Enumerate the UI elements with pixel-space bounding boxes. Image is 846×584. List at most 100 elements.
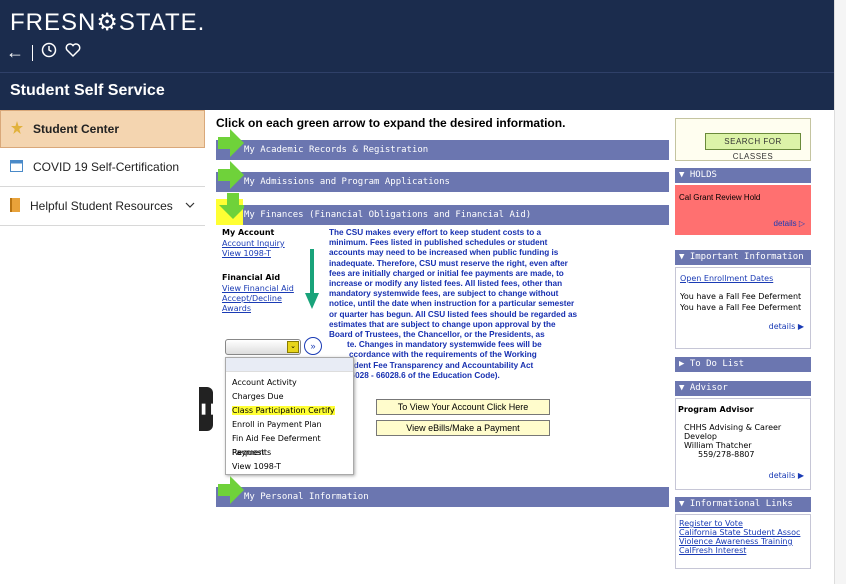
collapse-arrow-icon[interactable] <box>218 193 244 223</box>
advisor-details-link[interactable]: details ▶ <box>769 471 804 480</box>
policy-line: inadequate. Therefore, CSU must reserve … <box>329 258 568 268</box>
app-header: FRESN⚙STATE. ← Student Self Service <box>0 0 834 110</box>
dropdown-option[interactable]: Charges Due <box>226 390 353 404</box>
dropdown-option[interactable]: View 1098-T <box>226 460 353 474</box>
dropdown-option[interactable]: Account Activity <box>226 376 353 390</box>
right-panel: Search For Classes ▼ HOLDS Cal Grant Rev… <box>675 110 811 584</box>
sidebar-item-covid-certification[interactable]: COVID 19 Self-Certification <box>0 148 205 187</box>
advisor-title: Program Advisor <box>678 405 754 414</box>
info-links-body: Register to Vote California State Studen… <box>675 514 811 569</box>
favorites-heart-icon[interactable] <box>65 42 81 63</box>
view-account-button[interactable]: To View Your Account Click Here <box>376 399 550 415</box>
dropdown-option[interactable]: Payments <box>226 446 353 460</box>
policy-line: The CSU makes every effort to keep stude… <box>329 228 542 237</box>
fee-policy-text: The CSU makes every effort to keep stude… <box>329 228 579 381</box>
deferment-line: You have a Fall Fee Deferment <box>680 292 802 301</box>
page-title: Student Self Service <box>10 82 165 99</box>
important-info-header[interactable]: ▼ Important Information <box>675 250 811 265</box>
section-personal-info[interactable]: My Personal Information <box>216 476 669 507</box>
calfresh-link[interactable]: CalFresh Interest <box>679 546 807 555</box>
view-ebills-button[interactable]: View eBills/Make a Payment <box>376 420 550 436</box>
dropdown-option[interactable]: Enroll in Payment Plan <box>226 418 353 432</box>
sidebar-item-label: Helpful Student Resources <box>30 199 173 213</box>
finance-action-dropdown: Account Activity Charges Due Class Parti… <box>225 357 354 475</box>
policy-line: tudent Fee Transparency and Accountabili… <box>346 360 534 370</box>
search-for-classes-button[interactable]: Search For Classes <box>705 133 801 161</box>
hold-item: Cal Grant Review Hold <box>679 193 761 202</box>
account-inquiry-link[interactable]: Account Inquiry <box>222 239 312 249</box>
policy-line: minimum. Fees listed in published schedu… <box>329 238 548 248</box>
nav-divider <box>32 44 33 61</box>
book-icon <box>10 197 20 215</box>
open-enrollment-link[interactable]: Open Enrollment Dates <box>680 274 773 283</box>
important-details-link[interactable]: details ▶ <box>769 322 804 331</box>
policy-line: or quarter has begun. All CSU listed fee… <box>329 309 578 319</box>
history-clock-icon[interactable] <box>41 42 57 63</box>
policy-line: 66028 - 66028.6 of the Education Code). <box>346 370 500 380</box>
advisor-name: William Thatcher <box>684 441 752 450</box>
collapse-triangle-icon: ▼ <box>679 383 685 393</box>
finance-links: My Account Account Inquiry View 1098-T F… <box>222 228 312 314</box>
advisor-dept-cont: Develop <box>684 432 717 441</box>
view-1098t-link[interactable]: View 1098-T <box>222 249 312 259</box>
document-icon <box>10 159 23 175</box>
expand-arrow-icon[interactable] <box>218 128 244 158</box>
policy-line: fees are initially charged or initial fe… <box>329 268 564 278</box>
sidebar-item-label: COVID 19 Self-Certification <box>33 160 180 174</box>
view-financial-aid-link[interactable]: View Financial Aid <box>222 284 312 294</box>
expand-arrow-icon[interactable] <box>218 475 244 505</box>
collapse-triangle-icon: ▼ <box>679 170 685 180</box>
advisor-header[interactable]: ▼ Advisor <box>675 381 811 396</box>
page-title-bar: Student Self Service <box>0 72 834 110</box>
dropdown-option-highlighted[interactable]: Class Participation Certify <box>226 404 353 418</box>
chevron-down-icon[interactable] <box>185 199 195 211</box>
back-arrow-icon[interactable]: ← <box>6 42 24 63</box>
annotation-down-arrow-icon <box>305 249 319 309</box>
accept-decline-awards-link[interactable]: Accept/Decline Awards <box>222 294 312 314</box>
section-academic-records[interactable]: My Academic Records & Registration <box>216 129 669 160</box>
holds-details-link[interactable]: details ▷ <box>774 219 806 228</box>
policy-line: notice, until the date when instruction … <box>329 299 575 309</box>
section-admissions[interactable]: My Admissions and Program Applications <box>216 161 669 192</box>
deferment-line: You have a Fall Fee Deferment <box>680 303 802 312</box>
expand-arrow-icon[interactable] <box>218 160 244 190</box>
violence-awareness-link[interactable]: Violence Awareness Training <box>679 537 807 546</box>
intro-text: Click on each green arrow to expand the … <box>216 116 566 130</box>
policy-line: ccordance with the requirements of the W… <box>349 350 537 360</box>
my-account-heading: My Account <box>222 228 275 237</box>
sidebar-item-student-center[interactable]: Student Center <box>0 110 205 148</box>
policy-line: estimates that are subject to change upo… <box>329 319 556 329</box>
section-title: My Personal Information <box>244 492 369 502</box>
sidebar-item-label: Student Center <box>33 122 120 136</box>
page-scrollbar[interactable] <box>834 0 846 584</box>
holds-body: Cal Grant Review Hold details ▷ <box>675 185 811 235</box>
sidebar: Student Center COVID 19 Self-Certificati… <box>0 110 205 584</box>
csu-student-assoc-link[interactable]: California State Student Assoc <box>679 528 807 537</box>
section-title: My Admissions and Program Applications <box>244 177 450 187</box>
go-button[interactable]: » <box>304 337 322 355</box>
policy-line: accounts may need to be increased when p… <box>329 248 559 258</box>
collapse-triangle-icon: ▼ <box>679 252 685 262</box>
sidebar-item-helpful-resources[interactable]: Helpful Student Resources <box>0 187 205 226</box>
collapse-triangle-icon: ▼ <box>679 499 685 509</box>
section-finances[interactable]: My Finances (Financial Obligations and F… <box>216 193 669 225</box>
todo-header[interactable]: ▶ To Do List <box>675 357 811 372</box>
finance-action-select[interactable]: ⌄ <box>225 339 301 355</box>
advisor-body: Program Advisor CHHS Advising & Career D… <box>675 398 811 490</box>
holds-header[interactable]: ▼ HOLDS <box>675 168 811 183</box>
expand-triangle-icon: ▶ <box>679 359 685 369</box>
dropdown-blank-option[interactable] <box>226 358 353 372</box>
policy-line: Board of Trustees, the Chancellor, or th… <box>329 330 545 340</box>
policy-line: te. Changes in mandatory systemwide fees… <box>347 340 542 350</box>
important-info-body: Open Enrollment Dates You have a Fall Fe… <box>675 267 811 349</box>
chevron-down-icon[interactable]: ⌄ <box>287 341 299 353</box>
star-icon <box>11 120 23 138</box>
search-classes-box: Search For Classes <box>675 118 811 161</box>
dropdown-option[interactable]: Fin Aid Fee Deferment Request <box>226 432 353 457</box>
info-links-header[interactable]: ▼ Informational Links <box>675 497 811 512</box>
policy-line: mandatory systemwide fees, are subject t… <box>329 289 559 299</box>
fresno-state-logo: FRESN⚙STATE. <box>10 9 206 36</box>
register-to-vote-link[interactable]: Register to Vote <box>679 519 807 528</box>
advisor-phone: 559/278-8807 <box>698 450 755 459</box>
advisor-dept: CHHS Advising & Career <box>684 423 782 432</box>
